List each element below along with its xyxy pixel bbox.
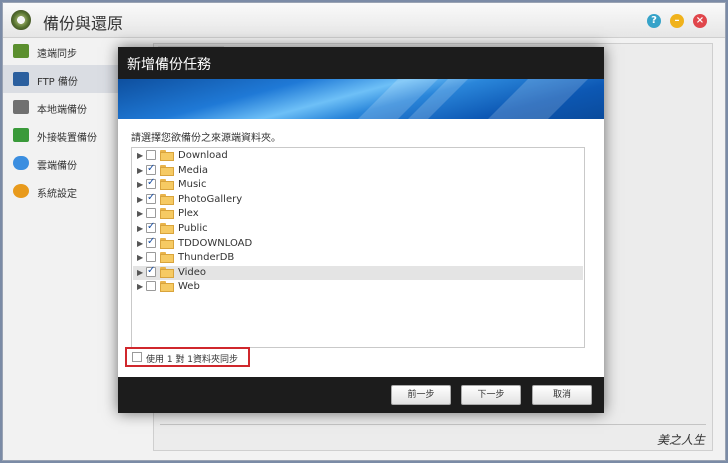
expand-arrow-icon[interactable]: ▶ — [137, 151, 143, 160]
sidebar-item-label: 雲端備份 — [37, 161, 77, 172]
folder-name: ThunderDB — [178, 252, 235, 264]
sidebar-item-1[interactable]: 遠端同步 — [3, 37, 119, 65]
ftp-icon — [13, 72, 29, 86]
folder-name: PhotoGallery — [178, 193, 243, 205]
dialog-title: 新增備份任務 — [127, 57, 211, 73]
folder-icon — [160, 252, 174, 264]
folder-icon — [160, 223, 174, 234]
folder-name: Download — [178, 150, 228, 161]
sync-icon — [13, 44, 29, 58]
harddisk-icon — [13, 100, 29, 114]
folder-icon — [160, 237, 174, 249]
folder-name: Web — [178, 281, 200, 293]
folder-checkbox[interactable] — [146, 208, 156, 219]
expand-arrow-icon[interactable]: ▶ — [137, 224, 143, 233]
folder-row[interactable]: ▶ Download — [133, 149, 583, 163]
folder-name: Plex — [178, 208, 199, 220]
folder-name: Music — [178, 179, 207, 191]
next-button[interactable]: 下一步 — [461, 385, 521, 405]
folder-name: TDDOWNLOAD — [178, 237, 253, 249]
expand-arrow-icon[interactable]: ▶ — [137, 195, 143, 204]
dialog-banner — [118, 79, 604, 119]
folder-checkbox[interactable] — [146, 281, 156, 292]
expand-arrow-icon[interactable]: ▶ — [137, 180, 143, 189]
folder-checkbox[interactable] — [146, 252, 156, 263]
expand-arrow-icon[interactable]: ▶ — [137, 253, 143, 262]
sidebar-item-label: FTP 備份 — [37, 77, 78, 88]
folder-row[interactable]: ▶ Music — [133, 177, 583, 192]
folder-icon — [160, 208, 174, 220]
folder-icon — [160, 179, 174, 191]
folder-row[interactable]: ▶ PhotoGallery — [133, 192, 583, 207]
folder-checkbox[interactable] — [146, 163, 156, 175]
folder-row[interactable]: ▶ Media — [133, 163, 583, 178]
folder-name: Video — [178, 266, 207, 278]
folder-icon — [160, 164, 174, 176]
new-backup-task-dialog: 新增備份任務 請選擇您欲備份之來源端資料夾。 ▶ Download ▶ Media ▶ M… — [118, 47, 604, 413]
expand-arrow-icon[interactable]: ▶ — [137, 166, 143, 175]
watermark: 美之人生 — [657, 433, 706, 447]
sidebar-item-5[interactable]: 雲端備份 — [3, 149, 119, 177]
previous-button[interactable]: 前一步 — [391, 385, 451, 405]
sidebar-item-label: 遠端同步 — [37, 49, 77, 60]
close-button[interactable]: × — [693, 14, 707, 28]
sidebar-item-label: 系統設定 — [37, 189, 77, 200]
usb-device-icon — [13, 128, 29, 142]
folder-icon — [160, 266, 174, 278]
one-to-one-sync-option[interactable]: 使用 1 對 1資料夾同步 — [125, 347, 250, 367]
expand-arrow-icon[interactable]: ▶ — [137, 239, 143, 248]
expand-arrow-icon[interactable]: ▶ — [137, 268, 143, 277]
folder-checkbox[interactable] — [146, 221, 156, 233]
folder-name: Media — [178, 164, 209, 176]
folder-icon — [160, 281, 174, 293]
folder-checkbox[interactable] — [146, 192, 156, 204]
folder-row[interactable]: ▶ Public — [133, 221, 583, 236]
help-button[interactable]: ? — [647, 14, 661, 28]
cancel-button[interactable]: 取消 — [532, 385, 592, 405]
dialog-footer: 前一步 下一步 取消 — [118, 377, 604, 413]
expand-arrow-icon[interactable]: ▶ — [137, 282, 143, 291]
title-bar: 備份與還原 ? – × — [3, 3, 725, 38]
expand-arrow-icon[interactable]: ▶ — [137, 209, 143, 218]
folder-icon — [160, 150, 174, 161]
folder-row[interactable]: ▶ Video — [133, 265, 583, 280]
gear-icon — [13, 184, 29, 198]
folder-checkbox[interactable] — [146, 177, 156, 190]
folder-row[interactable]: ▶ TDDOWNLOAD — [133, 236, 583, 251]
folder-row[interactable]: ▶ Plex — [133, 207, 583, 221]
minimize-button[interactable]: – — [670, 14, 684, 28]
cloud-icon — [13, 156, 29, 170]
app-logo-icon — [11, 10, 31, 30]
app-title: 備份與還原 — [43, 14, 124, 33]
folder-icon — [160, 193, 174, 205]
sidebar: 遠端同步 FTP 備份 本地端備份外接裝置備份 雲端備份系統設定 — [3, 37, 119, 460]
folder-checkbox[interactable] — [146, 150, 156, 160]
source-folder-prompt: 請選擇您欲備份之來源端資料夾。 — [131, 133, 281, 144]
sidebar-item-6[interactable]: 系統設定 — [3, 177, 119, 205]
folder-checkbox[interactable] — [146, 236, 156, 248]
sidebar-item-3[interactable]: 本地端備份 — [3, 93, 119, 121]
folder-row[interactable]: ▶ Web — [133, 280, 583, 294]
sidebar-item-2[interactable]: FTP 備份 — [3, 65, 119, 93]
one-to-one-sync-checkbox[interactable] — [132, 352, 142, 362]
sidebar-item-label: 本地端備份 — [37, 105, 87, 116]
sidebar-item-4[interactable]: 外接裝置備份 — [3, 121, 119, 149]
folder-row[interactable]: ▶ ThunderDB — [133, 251, 583, 265]
folder-checkbox[interactable] — [146, 265, 156, 277]
folder-name: Public — [178, 223, 208, 234]
folder-tree: ▶Download▶Media▶Music▶PhotoGallery▶Plex▶… — [131, 147, 585, 348]
one-to-one-sync-label: 使用 1 對 1資料夾同步 — [146, 355, 239, 365]
dialog-header: 新增備份任務 — [118, 47, 604, 79]
content-divider — [160, 424, 706, 425]
sidebar-item-label: 外接裝置備份 — [37, 133, 97, 144]
